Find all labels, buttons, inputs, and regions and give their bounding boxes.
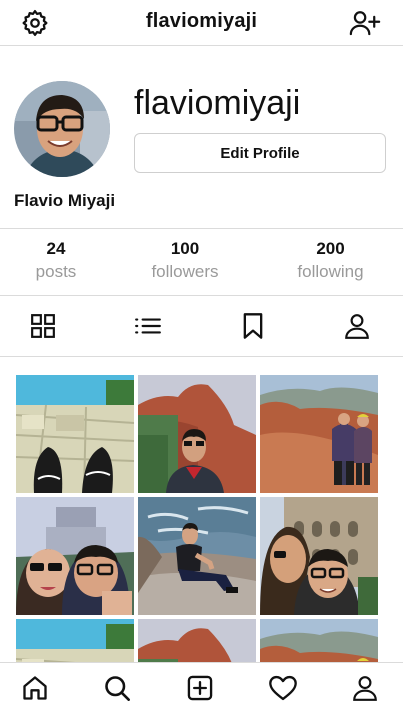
photo-tile[interactable] — [138, 619, 256, 663]
tab-list[interactable] — [133, 311, 163, 341]
following-label: following — [297, 262, 364, 281]
photo-tile[interactable] — [260, 375, 378, 493]
nav-profile[interactable] — [350, 673, 380, 703]
user-plus-icon — [349, 11, 381, 36]
posts-label: posts — [35, 262, 77, 281]
photo-couple-selfie-colosseum — [260, 497, 378, 615]
photo-feet-on-stone-ruins — [16, 619, 134, 663]
nav-home[interactable] — [20, 673, 50, 703]
nav-activity[interactable] — [268, 673, 298, 703]
profile-full-name: Flavio Miyaji — [14, 191, 116, 210]
new-post-icon — [187, 675, 213, 701]
following-count: 200 — [316, 239, 345, 258]
photo-tile[interactable] — [138, 497, 256, 615]
tab-saved[interactable] — [238, 311, 268, 341]
avatar[interactable] — [14, 81, 110, 177]
stat-followers[interactable]: 100 followers — [112, 229, 258, 295]
profile-icon — [353, 676, 377, 701]
photo-portrait-red-rocks — [138, 619, 256, 663]
photo-portrait-red-rocks — [138, 375, 256, 493]
profile-username: flaviomiyaji — [134, 84, 301, 122]
tab-grid[interactable] — [28, 311, 58, 341]
bookmark-icon — [243, 313, 263, 339]
header-title: flaviomiyaji — [145, 10, 258, 32]
heart-icon — [269, 675, 297, 701]
photo-feet-on-stone-ruins — [16, 375, 134, 493]
photo-couple-on-red-rocks — [260, 619, 378, 663]
home-icon — [23, 676, 47, 700]
list-icon — [135, 318, 161, 334]
followers-count: 100 — [170, 239, 200, 258]
grid-icon — [31, 314, 55, 338]
photo-tile[interactable] — [260, 619, 378, 663]
photo-tile[interactable] — [16, 619, 134, 663]
photo-grid — [16, 375, 378, 663]
search-icon — [105, 676, 130, 701]
photo-couple-selfie-castle — [16, 497, 134, 615]
bottom-nav — [0, 662, 403, 710]
stat-posts[interactable]: 24 posts — [0, 229, 112, 295]
photo-tile[interactable] — [138, 375, 256, 493]
top-bar: flaviomiyaji — [0, 0, 403, 46]
photo-tile[interactable] — [260, 497, 378, 615]
nav-new-post[interactable] — [185, 673, 215, 703]
profile-stats: 24 posts 100 followers 200 following — [0, 229, 403, 296]
add-user-button[interactable] — [348, 6, 382, 40]
followers-label: followers — [151, 262, 219, 281]
edit-profile-button[interactable]: Edit Profile — [134, 133, 386, 173]
photo-tile[interactable] — [16, 375, 134, 493]
photo-couple-on-red-rocks — [260, 375, 378, 493]
posts-count: 24 — [46, 239, 66, 258]
profile-tabs — [0, 296, 403, 357]
stat-following[interactable]: 200 following — [258, 229, 403, 295]
avatar-photo — [14, 81, 110, 177]
photo-tile[interactable] — [16, 497, 134, 615]
nav-search[interactable] — [102, 673, 132, 703]
profile-header: flaviomiyaji Edit Profile Flavio Miyaji — [0, 46, 403, 229]
tab-tagged[interactable] — [342, 311, 372, 341]
photo-man-sitting-by-river — [138, 497, 256, 615]
tagged-person-icon — [345, 314, 369, 339]
